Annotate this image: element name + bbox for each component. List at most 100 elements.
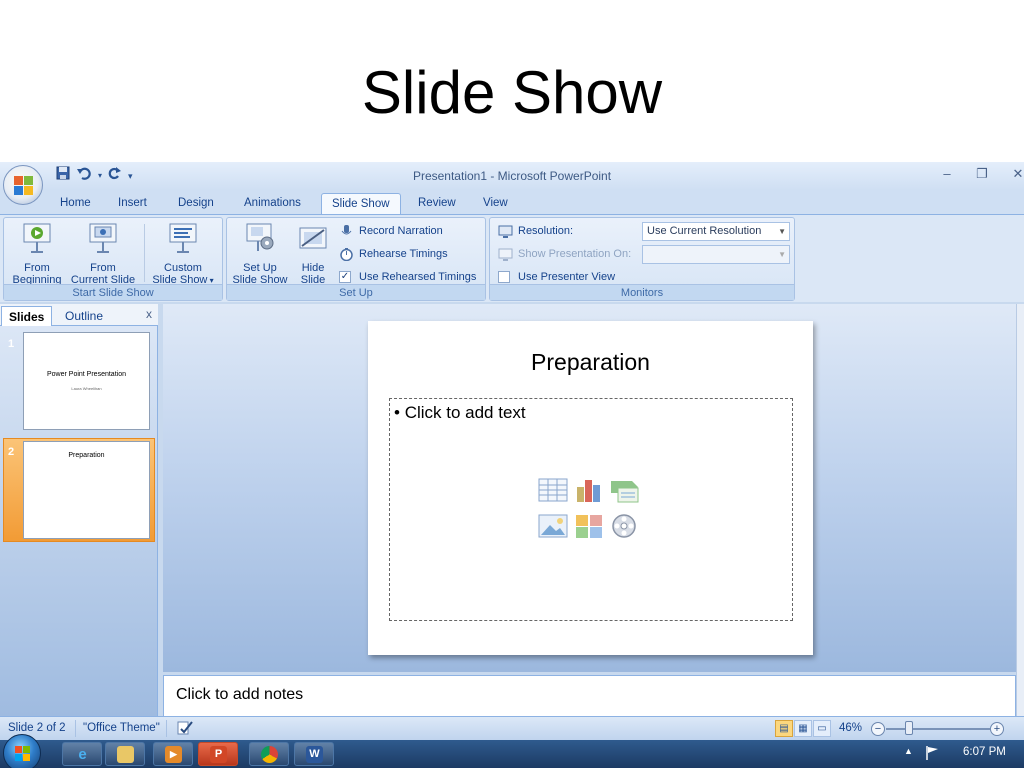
- internet-explorer-icon: e: [78, 746, 87, 763]
- tab-home[interactable]: Home: [50, 193, 101, 214]
- slides-pane-tabs: Slides Outline x: [0, 304, 158, 326]
- action-center-flag-icon[interactable]: [924, 745, 940, 764]
- window-title: Presentation1 - Microsoft PowerPoint: [412, 169, 612, 183]
- notes-pane[interactable]: Click to add notes: [163, 675, 1016, 717]
- setup-label-1: Set Up: [243, 262, 277, 274]
- insert-smartart-icon[interactable]: [610, 477, 640, 504]
- zoom-level[interactable]: 46%: [839, 722, 862, 734]
- show-hidden-icons-icon[interactable]: ▲: [904, 746, 913, 756]
- body-placeholder[interactable]: • Click to add text: [394, 403, 526, 423]
- normal-view-icon[interactable]: ▤: [775, 720, 793, 737]
- group-set-up: Set Up Slide Show Hide Slide Record Narrat…: [226, 217, 486, 301]
- hide-slide-button[interactable]: Hide Slide: [283, 222, 343, 286]
- use-presenter-view-check: [498, 271, 510, 283]
- show-presentation-on-dropdown[interactable]: ▼: [642, 245, 790, 264]
- custom-slide-show-icon: [168, 222, 198, 254]
- thumbnail-subtitle: Laura Wheelihan: [71, 386, 102, 391]
- taskbar-powerpoint[interactable]: P: [198, 742, 238, 766]
- show-presentation-on-item: Show Presentation On:: [498, 245, 631, 263]
- thumbnail-title: Power Point Presentation: [47, 371, 126, 378]
- tab-insert[interactable]: Insert: [108, 193, 157, 214]
- taskbar-internet-explorer[interactable]: e: [62, 742, 102, 766]
- status-divider: [166, 720, 167, 737]
- record-narration-button[interactable]: Record Narration: [339, 222, 443, 240]
- rehearse-timings-button[interactable]: Rehearse Timings: [339, 245, 448, 263]
- clock[interactable]: 6:07 PM: [963, 746, 1006, 758]
- taskbar-chrome[interactable]: [249, 742, 289, 766]
- ribbon-tabs: Home Insert Design Animations Slide Show…: [0, 190, 1024, 214]
- powerpoint-window: ▾ ▾ Presentation1 - Microsoft PowerPoint…: [0, 162, 1024, 740]
- tab-animations[interactable]: Animations: [234, 193, 311, 214]
- group-divider: [144, 224, 145, 282]
- zoom-in-icon[interactable]: +: [990, 722, 1004, 736]
- group-start-slide-show: From Beginning From Current Slide Custom Sl…: [3, 217, 223, 301]
- content-placeholder[interactable]: • Click to add text: [389, 398, 793, 621]
- slide-show-view-icon[interactable]: ▭: [813, 720, 831, 737]
- tab-review[interactable]: Review: [408, 193, 466, 214]
- office-button[interactable]: [3, 165, 43, 205]
- tab-view[interactable]: View: [473, 193, 518, 214]
- use-rehearsed-timings-check: ✓: [339, 271, 351, 283]
- start-button[interactable]: [3, 734, 41, 768]
- insert-chart-icon[interactable]: [574, 477, 604, 504]
- restore-icon[interactable]: ❐: [967, 166, 997, 186]
- thumbnail-number: 2: [8, 446, 15, 458]
- slide-counter: Slide 2 of 2: [8, 722, 66, 734]
- insert-table-icon[interactable]: [538, 477, 568, 504]
- insert-picture-icon[interactable]: [538, 513, 568, 540]
- resolution-value: Use Current Resolution: [647, 225, 762, 237]
- microphone-icon: [339, 225, 354, 238]
- vertical-scrollbar[interactable]: [1016, 304, 1024, 716]
- notes-placeholder[interactable]: Click to add notes: [176, 686, 303, 704]
- slide-title[interactable]: Preparation: [368, 349, 813, 376]
- hide-label-1: Hide: [301, 262, 325, 274]
- record-narration-label: Record Narration: [359, 225, 443, 237]
- from-beginning-button[interactable]: From Beginning: [4, 222, 70, 286]
- zoom-out-icon[interactable]: −: [871, 722, 885, 736]
- word-icon: W: [306, 746, 323, 763]
- close-pane-icon[interactable]: x: [146, 307, 152, 321]
- tab-outline[interactable]: Outline: [58, 306, 110, 326]
- chrome-icon: [261, 746, 278, 763]
- thumbnail-title: Preparation: [68, 452, 105, 459]
- tab-slide-show[interactable]: Slide Show: [321, 193, 401, 214]
- insert-media-clip-icon[interactable]: [610, 513, 640, 540]
- title-bar: ▾ ▾ Presentation1 - Microsoft PowerPoint…: [0, 162, 1024, 190]
- group-label-monitors: Monitors: [490, 284, 794, 300]
- taskbar-word[interactable]: W: [294, 742, 334, 766]
- media-player-icon: ▶: [165, 746, 182, 763]
- zoom-slider-track[interactable]: [886, 728, 990, 730]
- slide-sorter-view-icon[interactable]: ▦: [794, 720, 812, 737]
- from-current-label-1: From: [90, 262, 116, 274]
- close-icon[interactable]: ✕: [1003, 166, 1024, 186]
- monitor-icon: [498, 225, 513, 238]
- minimize-icon[interactable]: –: [932, 166, 962, 186]
- stopwatch-icon: [339, 248, 354, 262]
- zoom-slider-handle[interactable]: [905, 721, 913, 735]
- tab-slides[interactable]: Slides: [1, 306, 53, 326]
- tab-design[interactable]: Design: [168, 193, 224, 214]
- spelling-check-icon[interactable]: [176, 720, 194, 739]
- resolution-label-item: Resolution:: [498, 222, 573, 240]
- body-placeholder-text: Click to add text: [404, 403, 526, 422]
- slide-thumbnail-selected[interactable]: Preparation: [23, 441, 150, 539]
- custom-slide-show-button[interactable]: Custom Slide Show ▾: [150, 222, 216, 286]
- resolution-dropdown[interactable]: Use Current Resolution ▼: [642, 222, 790, 241]
- current-slide[interactable]: Preparation • Click to add text: [368, 321, 813, 655]
- slide-editing-area: Preparation • Click to add text: [163, 304, 1016, 672]
- custom-label-1: Custom: [164, 262, 202, 274]
- from-current-slide-button[interactable]: From Current Slide: [70, 222, 136, 286]
- office-logo-icon: [14, 176, 33, 195]
- insert-clip-art-icon[interactable]: [574, 513, 604, 540]
- use-rehearsed-timings-label: Use Rehearsed Timings: [359, 271, 477, 283]
- page-heading: Slide Show: [0, 0, 1024, 162]
- monitor-icon: [498, 248, 513, 261]
- show-presentation-on-label: Show Presentation On:: [518, 248, 632, 260]
- chevron-down-icon: ▼: [778, 250, 786, 259]
- taskbar-media-player[interactable]: ▶: [153, 742, 193, 766]
- thumbnail-number: 1: [8, 338, 15, 350]
- slide-thumbnail[interactable]: Power Point Presentation Laura Wheelihan: [23, 332, 150, 430]
- taskbar-file-explorer[interactable]: [105, 742, 145, 766]
- set-up-slide-show-icon: [245, 222, 275, 254]
- powerpoint-icon: P: [210, 746, 227, 763]
